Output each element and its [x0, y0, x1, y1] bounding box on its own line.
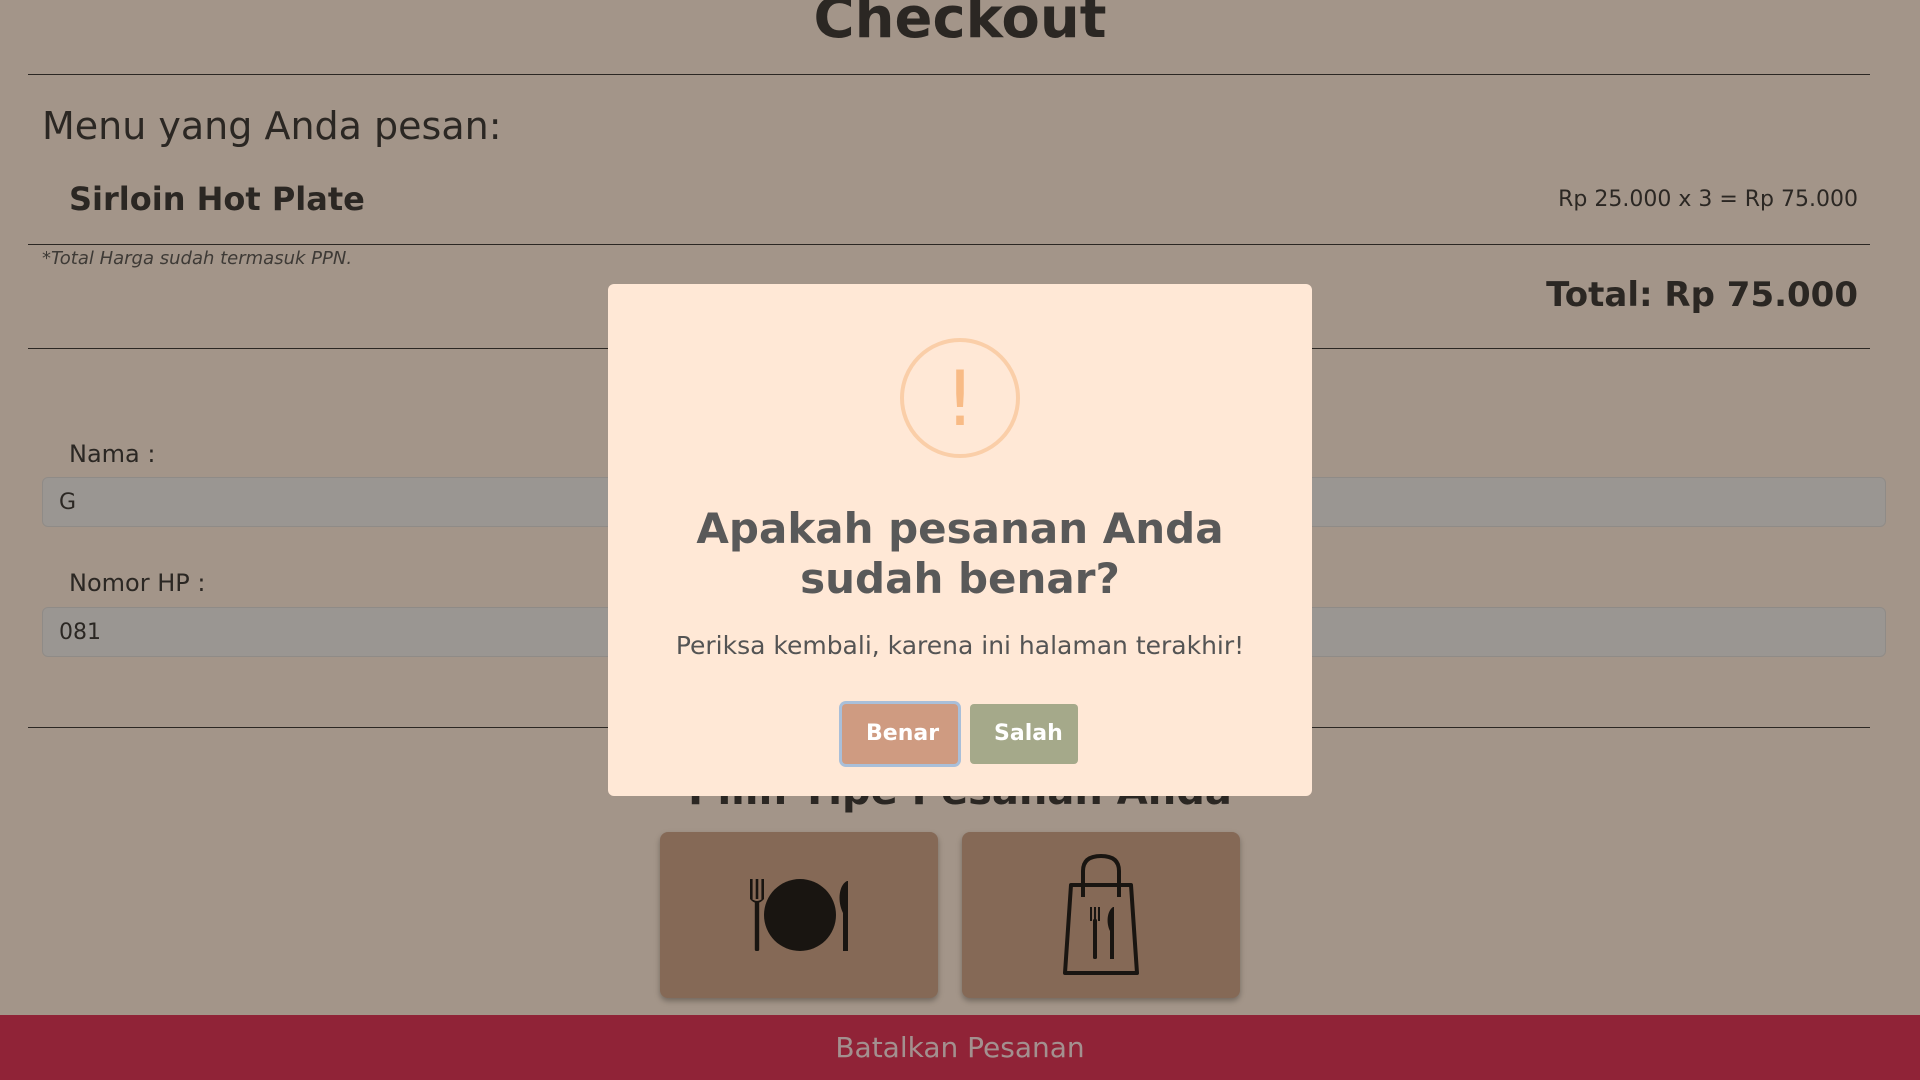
- dialog-actions: Benar Salah: [842, 703, 1078, 764]
- warning-icon: !: [900, 338, 1020, 458]
- dialog-title: Apakah pesanan Anda sudah benar?: [696, 504, 1224, 604]
- confirm-dialog: ! Apakah pesanan Anda sudah benar? Perik…: [608, 284, 1312, 796]
- cancel-button[interactable]: Salah: [970, 703, 1078, 764]
- confirm-button[interactable]: Benar: [842, 703, 958, 764]
- dialog-text: Periksa kembali, karena ini halaman tera…: [675, 630, 1245, 660]
